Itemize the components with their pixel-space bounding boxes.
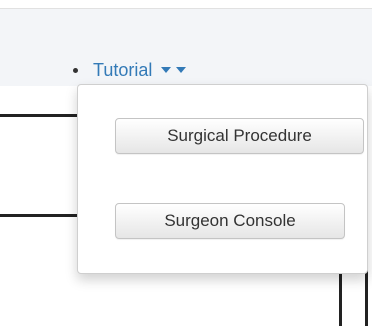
tutorial-dropdown-menu: Surgical Procedure Surgeon Console — [77, 84, 368, 274]
caret-down-icon — [176, 67, 187, 73]
nav-bullet — [73, 68, 78, 73]
background-line — [0, 114, 82, 117]
tutorial-dropdown-toggle[interactable]: Tutorial — [93, 58, 187, 82]
surgical-procedure-button[interactable]: Surgical Procedure — [115, 118, 364, 154]
caret-down-icon — [161, 67, 172, 73]
background-line — [0, 214, 82, 217]
page: Tutorial Surgical Procedure Surgeon Cons… — [0, 0, 372, 326]
surgeon-console-button[interactable]: Surgeon Console — [115, 203, 345, 239]
navbar: Tutorial — [0, 9, 372, 86]
background-line — [339, 272, 342, 326]
tutorial-label: Tutorial — [93, 60, 153, 80]
